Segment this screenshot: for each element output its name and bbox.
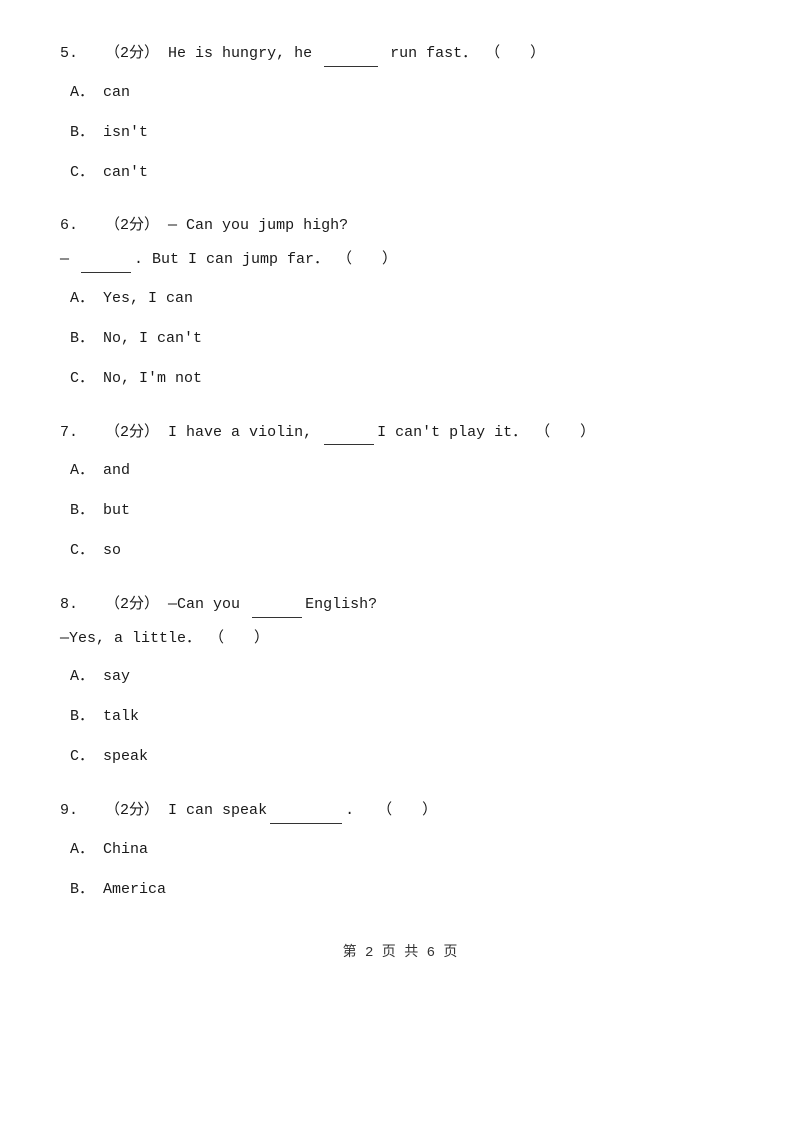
q9-a-label: A． (70, 841, 94, 858)
q7-a-label: A． (70, 462, 94, 479)
q6-a-label: A． (70, 290, 94, 307)
q7-option-b: B． but (60, 499, 740, 523)
page-footer: 第 2 页 共 6 页 (60, 942, 740, 964)
q9-b-label: B． (70, 881, 94, 898)
question-5-text: 5. （2分） He is hungry, he run fast．（ ） (60, 40, 740, 67)
q7-number: 7. (60, 424, 78, 441)
q9-paren: （ ） (377, 798, 437, 824)
q8-c-label: C． (70, 748, 94, 765)
q6-option-a: A． Yes, I can (60, 287, 740, 311)
q7-option-c: C． so (60, 539, 740, 563)
q5-a-label: A． (70, 84, 94, 101)
question-9-text: 9. （2分） I can speak . （ ） (60, 797, 740, 824)
q7-b-text: but (103, 502, 130, 519)
q5-paren: （ ） (485, 41, 545, 67)
q6-c-label: C． (70, 370, 94, 387)
q6-option-c: C． No, I'm not (60, 367, 740, 391)
q5-option-b: B． isn't (60, 121, 740, 145)
q8-option-b: B． talk (60, 705, 740, 729)
q7-a-text: and (103, 462, 130, 479)
q5-option-c: C． can't (60, 161, 740, 185)
q6-b-text: No, I can't (103, 330, 202, 347)
q6-a-text: Yes, I can (103, 290, 193, 307)
q8-option-c: C． speak (60, 745, 740, 769)
question-8: 8. （2分） —Can you English? —Yes, a little… (60, 591, 740, 769)
q5-b-text: isn't (103, 124, 148, 141)
question-9: 9. （2分） I can speak . （ ） A． China B． Am… (60, 797, 740, 902)
q5-b-label: B． (70, 124, 94, 141)
q7-b-label: B． (70, 502, 94, 519)
q9-blank (270, 797, 342, 824)
q8-b-text: talk (103, 708, 139, 725)
q5-option-a: A． can (60, 81, 740, 105)
q6-b-label: B． (70, 330, 94, 347)
q7-paren: （ ） (535, 420, 595, 446)
q8-paren: （ ） (209, 626, 269, 652)
q9-number: 9. (60, 802, 78, 819)
q8-blank (252, 591, 302, 618)
q5-points: （2分） (105, 45, 159, 62)
question-6: 6. （2分） — Can you jump high? — . But I c… (60, 213, 740, 391)
q6-follow: — . But I can jump far．（ ） (60, 246, 740, 273)
q7-option-a: A． and (60, 459, 740, 483)
question-5: 5. （2分） He is hungry, he run fast．（ ） A．… (60, 40, 740, 185)
question-8-text: 8. （2分） —Can you English? —Yes, a little… (60, 591, 740, 651)
q8-option-a: A． say (60, 665, 740, 689)
q5-c-label: C． (70, 164, 94, 181)
q9-points: （2分） (105, 802, 159, 819)
q7-points: （2分） (105, 424, 159, 441)
q9-option-b: B． America (60, 878, 740, 902)
q6-option-b: B． No, I can't (60, 327, 740, 351)
question-7-text: 7. （2分） I have a violin, I can't play it… (60, 419, 740, 446)
q8-a-label: A． (70, 668, 94, 685)
q6-points: （2分） (105, 217, 159, 234)
q7-c-text: so (103, 542, 121, 559)
question-7: 7. （2分） I have a violin, I can't play it… (60, 419, 740, 564)
q6-blank (81, 246, 131, 273)
q7-blank (324, 419, 374, 446)
q7-c-label: C． (70, 542, 94, 559)
q5-a-text: can (103, 84, 130, 101)
footer-text: 第 2 页 共 6 页 (343, 945, 458, 961)
q8-points: （2分） (105, 596, 159, 613)
q5-number: 5. (60, 45, 78, 62)
q9-b-text: America (103, 881, 166, 898)
q8-c-text: speak (103, 748, 148, 765)
q9-a-text: China (103, 841, 148, 858)
q6-paren: （ ） (337, 247, 397, 273)
q8-number: 8. (60, 596, 78, 613)
q8-a-text: say (103, 668, 130, 685)
q9-option-a: A． China (60, 838, 740, 862)
q6-c-text: No, I'm not (103, 370, 202, 387)
q5-blank (324, 40, 378, 67)
q6-number: 6. (60, 217, 78, 234)
question-6-text: 6. （2分） — Can you jump high? — . But I c… (60, 213, 740, 273)
q8-b-label: B． (70, 708, 94, 725)
q5-c-text: can't (103, 164, 148, 181)
q8-follow: —Yes, a little．（ ） (60, 626, 740, 652)
